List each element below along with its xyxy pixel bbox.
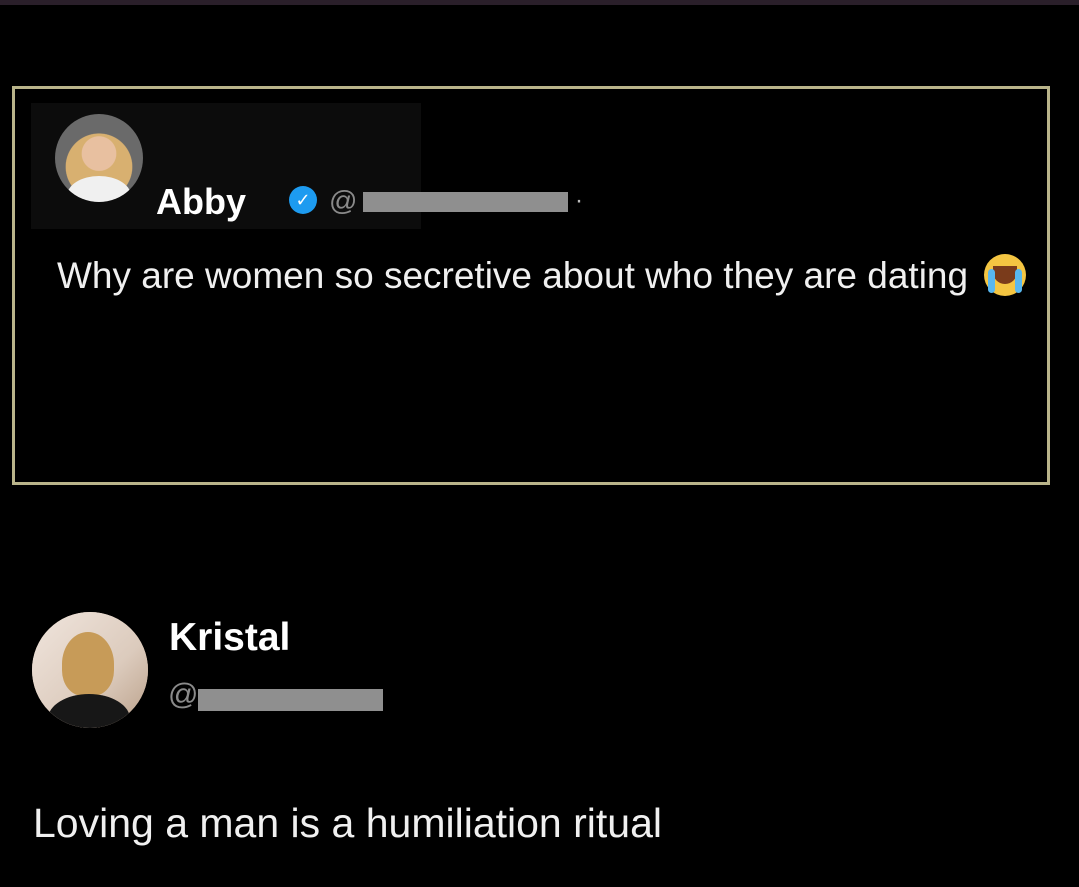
- kristal-handle-redaction: [198, 689, 383, 711]
- abby-avatar-shoulders: [67, 176, 131, 202]
- abby-handle-redaction: [363, 192, 568, 212]
- abby-name[interactable]: Abby: [156, 181, 246, 223]
- verified-badge-icon: ✓: [289, 186, 317, 214]
- kristal-avatar-hair: [62, 632, 114, 696]
- abby-handle-prefix[interactable]: @: [329, 185, 357, 217]
- loudly-crying-face-icon: [984, 254, 1027, 296]
- kristal-handle-prefix[interactable]: @: [168, 678, 198, 712]
- quoted-tweet-text: Why are women so secretive about who the…: [57, 249, 1047, 303]
- abby-avatar[interactable]: [55, 114, 143, 202]
- quoted-tweet-body: Why are women so secretive about who the…: [57, 255, 969, 296]
- handle-separator-dot: ·: [575, 187, 583, 214]
- kristal-avatar[interactable]: [32, 612, 148, 728]
- top-strip: [0, 0, 1079, 5]
- kristal-name[interactable]: Kristal: [169, 616, 290, 660]
- reply-tweet-text: Loving a man is a humiliation ritual: [33, 800, 662, 846]
- quoted-tweet-card[interactable]: Abby ✓ @ · Why are women so secretive ab…: [12, 86, 1050, 485]
